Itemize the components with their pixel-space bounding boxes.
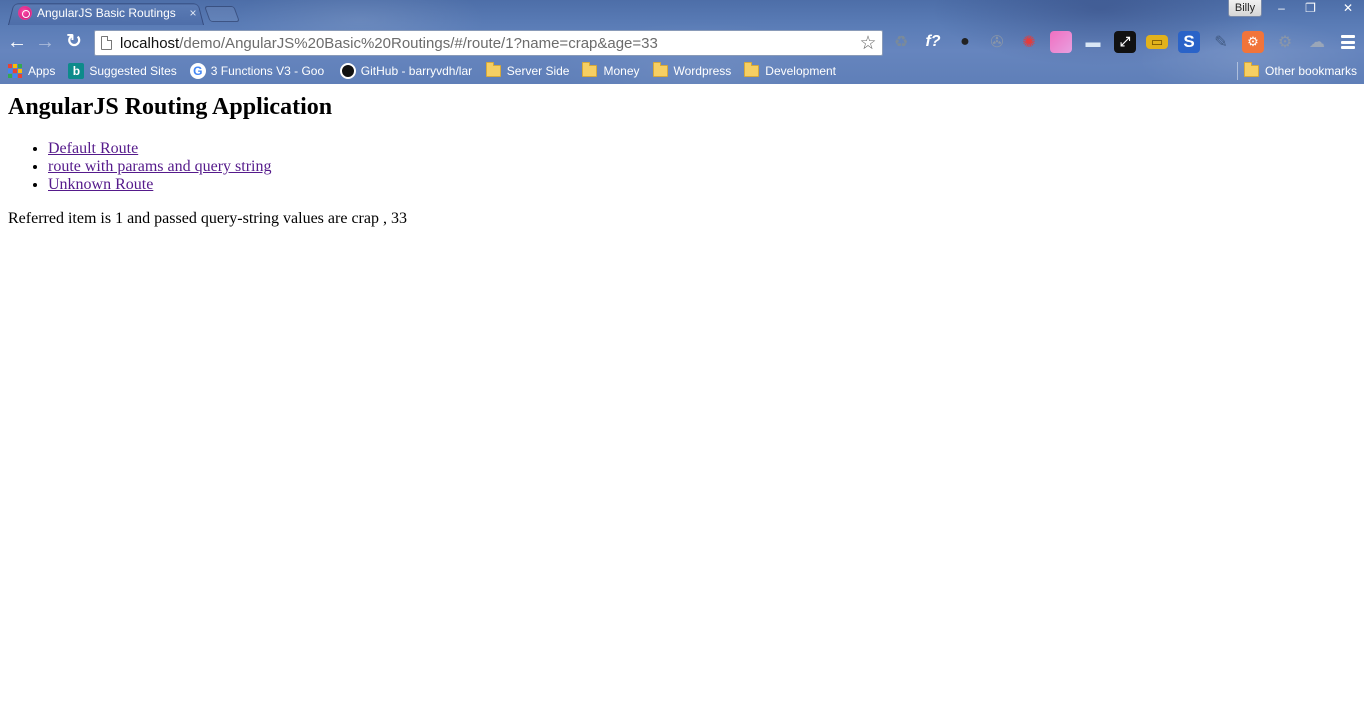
page-heading: AngularJS Routing Application: [8, 94, 333, 120]
bookmark-label: Money: [603, 64, 640, 78]
fullscreen-icon[interactable]: ⤢: [1114, 31, 1136, 53]
tab-close-icon[interactable]: ×: [186, 6, 200, 20]
bookmark-label: Development: [765, 64, 837, 78]
bookmark-apps[interactable]: Apps: [8, 60, 55, 82]
window-resizer-icon[interactable]: ▬: [1082, 31, 1104, 53]
other-bookmarks-label: Other bookmarks: [1265, 64, 1358, 78]
page-content: AngularJS Routing Application Default Ro…: [0, 84, 1364, 728]
bookmark-label: Suggested Sites: [89, 64, 177, 78]
unknown-route-link[interactable]: Unknown Route: [48, 176, 153, 193]
gradient-icon[interactable]: [1050, 31, 1072, 53]
browser-chrome: AngularJS Basic Routings × Billy – ❐ ✕ ←…: [0, 0, 1364, 84]
back-button[interactable]: ←: [6, 31, 28, 53]
ruler-icon[interactable]: ▭: [1146, 34, 1168, 49]
font-finder-icon[interactable]: f?: [922, 31, 944, 53]
tab-content[interactable]: AngularJS Basic Routings ×: [18, 4, 200, 22]
bookmark-github[interactable]: GitHub - barryvdh/lar: [339, 60, 473, 82]
color-wheel-icon[interactable]: ●: [954, 31, 976, 53]
bookmark-label: Server Side: [506, 64, 570, 78]
window-controls: – ❐ ✕: [1267, 0, 1364, 17]
color-picker-icon[interactable]: ✺: [1018, 31, 1040, 53]
apps-grid-icon: [8, 64, 22, 78]
folder-icon: [744, 62, 760, 77]
angular-favicon-icon: [18, 6, 32, 20]
bookmarks-divider: [1237, 62, 1238, 80]
route-links: Default Route route with params and quer…: [48, 140, 272, 194]
bookmark-star-icon[interactable]: ☆: [857, 32, 879, 55]
folder-icon: [652, 62, 668, 77]
film-reel-icon[interactable]: ✇: [986, 31, 1008, 53]
stylish-icon[interactable]: S: [1178, 31, 1200, 53]
folder-icon: [582, 62, 598, 77]
gear-icon[interactable]: ⚙: [1274, 31, 1296, 53]
bookmark-suggested-sites[interactable]: b Suggested Sites: [68, 60, 177, 82]
bookmarks-bar: Apps b Suggested Sites G 3 Functions V3 …: [0, 59, 1364, 83]
list-item: Unknown Route: [48, 176, 272, 194]
url-host: localhost: [120, 34, 180, 52]
eyedropper-icon[interactable]: ✎: [1210, 31, 1232, 53]
bookmark-label: GitHub - barryvdh/lar: [360, 64, 473, 78]
profile-button[interactable]: Billy: [1228, 0, 1262, 17]
list-item: Default Route: [48, 140, 272, 158]
bookmark-folder-server-side[interactable]: Server Side: [485, 60, 570, 82]
folder-icon: [1244, 62, 1259, 77]
reload-button[interactable]: ↻: [63, 31, 85, 53]
new-tab-button[interactable]: [204, 6, 240, 22]
minimize-button[interactable]: –: [1267, 0, 1296, 17]
forward-button[interactable]: →: [34, 31, 56, 53]
hubspot-icon[interactable]: ⚙: [1242, 31, 1264, 53]
bookmark-folder-wordpress[interactable]: Wordpress: [652, 60, 732, 82]
other-bookmarks-folder[interactable]: Other bookmarks: [1244, 60, 1357, 82]
chrome-menu-icon[interactable]: [1339, 32, 1357, 52]
folder-icon: [485, 62, 501, 77]
bookmark-3-functions[interactable]: G 3 Functions V3 - Goo: [189, 60, 327, 82]
bing-icon: b: [68, 63, 85, 79]
cloud-icon[interactable]: ☁: [1306, 31, 1328, 53]
list-item: route with params and query string: [48, 158, 272, 176]
bookmark-label: Apps: [28, 64, 56, 78]
bookmark-label: Wordpress: [673, 64, 732, 78]
route-result-text: Referred item is 1 and passed query-stri…: [8, 210, 407, 227]
page-info-icon[interactable]: [101, 36, 112, 50]
default-route-link[interactable]: Default Route: [48, 140, 138, 157]
recycle-icon[interactable]: ♻: [890, 31, 912, 53]
github-icon: [339, 63, 356, 79]
google-icon: G: [189, 63, 206, 79]
address-bar[interactable]: localhost/demo/AngularJS%20Basic%20Routi…: [94, 30, 883, 56]
bookmark-folder-money[interactable]: Money: [582, 60, 640, 82]
tab-title: AngularJS Basic Routings: [37, 6, 176, 20]
url-text[interactable]: localhost/demo/AngularJS%20Basic%20Routi…: [120, 35, 857, 52]
bookmark-folder-development[interactable]: Development: [744, 60, 836, 82]
url-path: /demo/AngularJS%20Basic%20Routings/#/rou…: [179, 34, 658, 52]
close-window-button[interactable]: ✕: [1325, 0, 1364, 17]
bookmark-label: 3 Functions V3 - Goo: [210, 64, 325, 78]
restore-button[interactable]: ❐: [1296, 0, 1325, 17]
params-route-link[interactable]: route with params and query string: [48, 158, 272, 175]
extensions-toolbar: ♻ f? ● ✇ ✺ ▬ ⤢ ▭ S ✎ ⚙ ⚙ ☁: [890, 31, 1338, 53]
